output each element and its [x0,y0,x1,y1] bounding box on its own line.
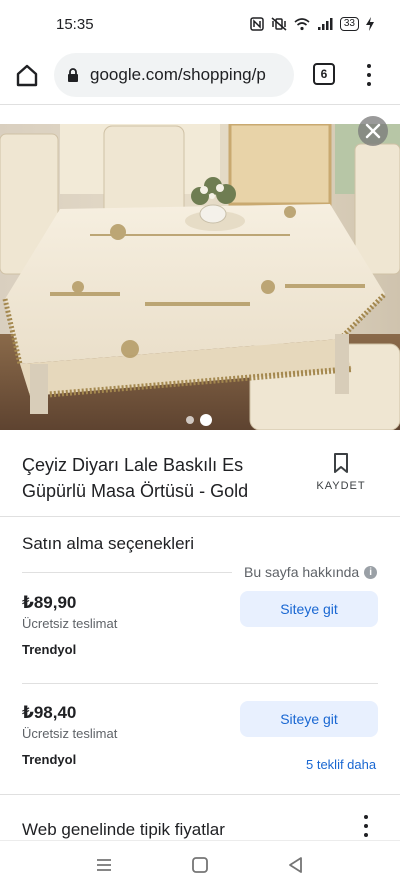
section-divider [0,794,400,795]
url-text[interactable]: google.com/shopping/p [90,65,266,85]
lock-icon [68,68,78,82]
bookmark-icon [334,453,348,473]
offer-price: ₺98,40 [22,703,77,722]
info-icon[interactable]: i [364,565,378,579]
vibrate-icon [271,17,287,31]
more-vert-icon [367,64,371,68]
image-pagination [186,414,212,426]
about-page-label[interactable]: Bu sayfa hakkında [244,564,359,580]
product-image[interactable] [0,124,400,430]
back-triangle-icon [289,857,302,873]
more-vert-icon [364,815,368,819]
status-bar: 15:35 33 [0,0,400,52]
browser-toolbar: google.com/shopping/p 6 [0,52,400,104]
home-button[interactable] [13,61,41,91]
charging-icon [366,17,374,31]
system-nav-bar [0,840,400,888]
save-button[interactable]: KAYDET [312,452,370,500]
recents-icon [97,859,111,871]
back-button[interactable] [286,855,306,875]
battery-indicator: 33 [339,17,359,31]
offer-price: ₺89,90 [22,593,77,612]
home-icon [16,64,38,87]
nfc-icon [250,17,264,31]
offer-divider [22,683,378,684]
toolbar-divider [0,104,400,105]
address-bar[interactable]: google.com/shopping/p [54,53,294,97]
pagination-dot-active[interactable] [200,414,212,426]
square-home-icon [192,857,208,873]
offer-seller[interactable]: Trendyol [22,642,76,657]
offer-delivery: Ücretsiz teslimat [22,726,118,741]
go-to-site-button[interactable]: Siteye git [240,591,378,627]
section-divider [0,516,400,517]
buying-options-heading: Satın alma seçenekleri [22,534,194,553]
typical-prices-menu-button[interactable] [362,815,370,837]
close-image-button[interactable] [358,116,388,146]
signal-icon [317,18,333,30]
status-time: 15:35 [56,16,94,33]
browser-menu-button[interactable] [360,62,378,88]
product-title: Çeyiz Diyarı Lale Baskılı Es Güpürlü Mas… [22,455,249,501]
about-page-link[interactable]: Bu sayfa hakkında i [244,564,378,580]
pagination-dot[interactable] [186,416,194,424]
nav-home-button[interactable] [190,855,210,875]
close-icon [365,123,381,139]
offer-delivery: Ücretsiz teslimat [22,616,118,631]
save-label: KAYDET [316,480,366,492]
status-icons: 33 [250,17,374,31]
typical-prices-heading: Web genelinde tipik fiyatlar [22,820,225,839]
tablecloth-photo [0,124,400,430]
tab-switcher-button[interactable]: 6 [313,63,335,85]
offer-seller[interactable]: Trendyol [22,752,76,767]
wifi-icon [294,18,310,31]
more-offers-link[interactable]: 5 teklif daha [306,757,376,772]
go-to-site-button[interactable]: Siteye git [240,701,378,737]
recents-button[interactable] [94,855,114,875]
heading-underline [22,572,232,573]
